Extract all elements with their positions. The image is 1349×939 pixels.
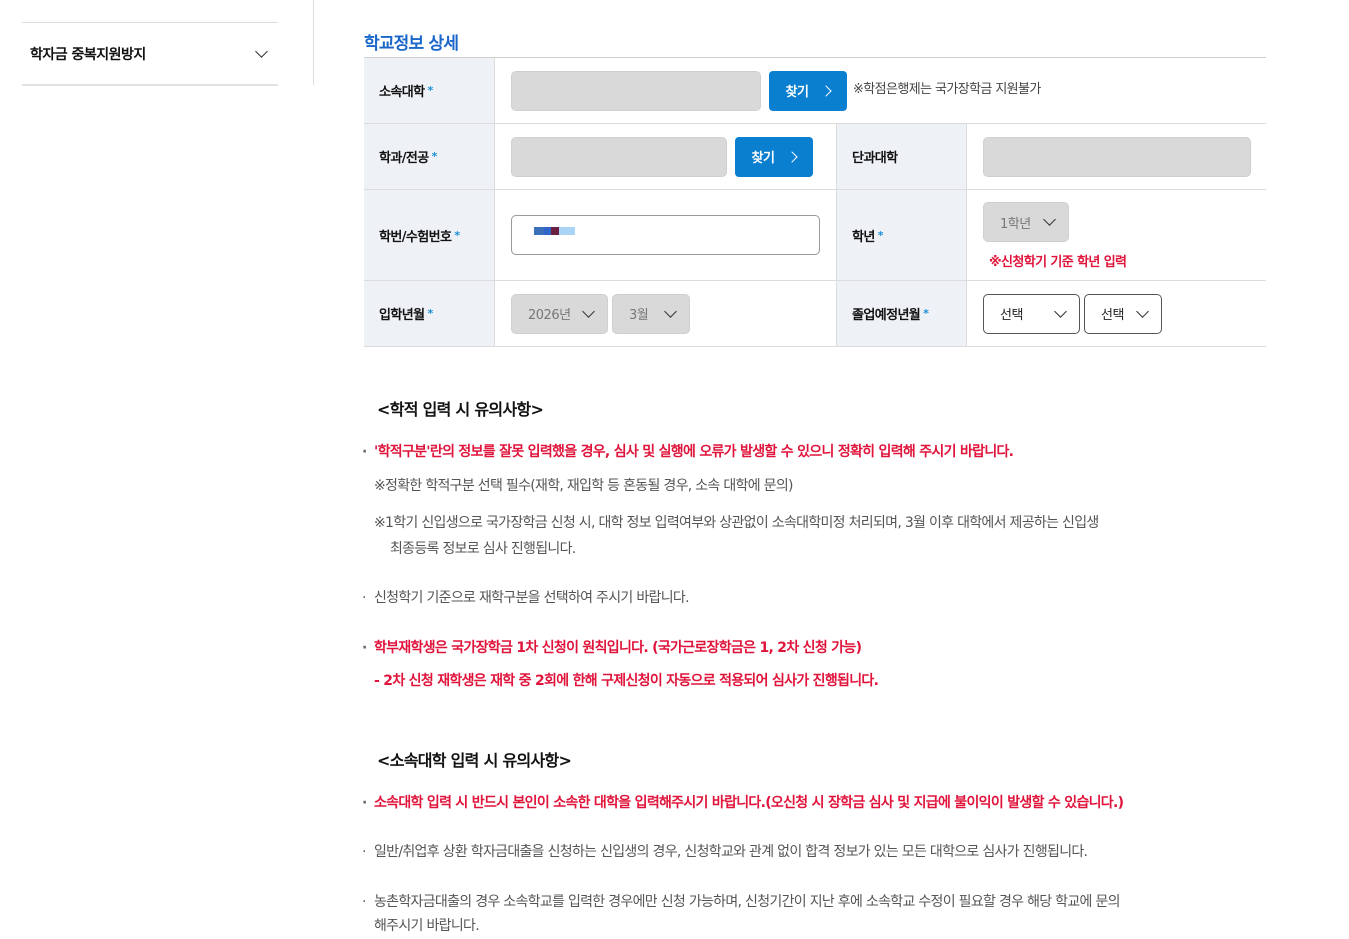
- grade-note: ※신청학기 기준 학년 입력: [989, 255, 1127, 270]
- department-input[interactable]: [511, 136, 727, 177]
- chevron-down-icon: [582, 304, 595, 318]
- academic-notice-line-4: 최종등록 정보로 심사 진행됩니다.: [390, 541, 576, 557]
- university-notice-line-4: 해주시기 바랍니다.: [374, 918, 480, 934]
- academic-notice-line-1: '학적구분'란의 정보를 잘못 입력했을 경우, 심사 및 실행에 오류가 발생…: [362, 439, 1014, 465]
- chevron-down-icon: [255, 44, 268, 58]
- find-department-button[interactable]: 찾기: [735, 136, 813, 177]
- college-input: [983, 136, 1251, 177]
- sidebar: 학자금 중복지원방지: [22, 0, 278, 86]
- chevron-down-icon: [1054, 304, 1067, 318]
- required-mark: *: [923, 307, 929, 320]
- admission-year-select[interactable]: 2026년: [511, 293, 608, 334]
- student-id-label: 학번/수험번호 *: [364, 190, 494, 280]
- grade-label: 학년 *: [836, 190, 966, 280]
- sidebar-divider: [313, 0, 314, 85]
- sidebar-item-label: 학자금 중복지원방지: [30, 46, 146, 63]
- university-notice-line-1: 소속대학 입력 시 반드시 본인이 소속한 대학을 입력해주시기 바랍니다.(오…: [362, 790, 1124, 816]
- chevron-down-icon: [1136, 304, 1149, 318]
- academic-notice-line-5: 신청학기 기준으로 재학구분을 선택하여 주시기 바랍니다.: [362, 585, 690, 611]
- form-row-department: 학과/전공 * 찾기 단과대학: [364, 124, 1266, 190]
- chevron-right-icon: [786, 150, 799, 163]
- academic-notice-line-3: ※1학기 신입생으로 국가장학금 신청 시, 대학 정보 입력여부와 상관없이 …: [374, 515, 1099, 531]
- form-row-admission: 입학년월 * 2026년 3월 졸업예정년월 * 선택 선택: [364, 281, 1266, 347]
- university-notice-title: <소속대학 입력 시 유의사항>: [377, 751, 572, 770]
- required-mark: *: [427, 84, 433, 97]
- academic-notice-line-2: ※정확한 학적구분 선택 필수(재학, 재입학 등 혼동될 경우, 소속 대학에…: [374, 478, 793, 494]
- department-label: 학과/전공 *: [364, 124, 494, 189]
- student-id-input[interactable]: [511, 215, 820, 255]
- credit-bank-note: ※학점은행제는 국가장학금 지원불가: [853, 82, 1041, 97]
- form-row-university: 소속대학 * 찾기 ※학점은행제는 국가장학금 지원불가: [364, 58, 1266, 124]
- academic-notice-line-7: - 2차 신청 재학생은 재학 중 2회에 한해 구제신청이 자동으로 적용되어…: [374, 673, 879, 689]
- graduation-label: 졸업예정년월 *: [836, 281, 966, 346]
- academic-notice-line-6: 학부재학생은 국가장학금 1차 신청이 원칙입니다. (국가근로장학금은 1, …: [362, 635, 862, 661]
- university-label: 소속대학 *: [364, 58, 494, 123]
- required-mark: *: [427, 307, 433, 320]
- required-mark: *: [431, 150, 438, 163]
- sidebar-item-duplicate-support-prevention[interactable]: 학자금 중복지원방지: [22, 23, 278, 86]
- chevron-down-icon: [1043, 213, 1056, 226]
- graduation-month-select[interactable]: 선택: [1084, 293, 1162, 334]
- school-info-form: 소속대학* 찾기 ※학점은행제는 국가장학금 지원불가 학과/전공* 찾기: [364, 57, 1266, 347]
- required-mark: *: [877, 228, 884, 242]
- grade-cell: 1학년 ※신청학기 기준 학년 입력: [966, 190, 1266, 280]
- graduation-year-select[interactable]: 선택: [983, 293, 1080, 334]
- academic-notice-title: <학적 입력 시 유의사항>: [377, 400, 544, 419]
- graduation-cell: 선택 선택: [966, 281, 1266, 346]
- university-notice-line-2: 일반/취업후 상환 학자금대출을 신청하는 신입생의 경우, 신청학교와 관계 …: [362, 839, 1088, 865]
- chevron-down-icon: [664, 304, 677, 318]
- college-cell: [966, 124, 1266, 189]
- form-row-student-id: 학번/수험번호 * 학년 * 1학년 ※신청학기 기준 학년 입력: [364, 190, 1266, 281]
- university-input[interactable]: [511, 70, 761, 111]
- department-cell: 찾기: [494, 124, 836, 189]
- university-notice-line-3: 농촌학자금대출의 경우 소속학교를 입력한 경우에만 신청 가능하며, 신청기간…: [362, 889, 1121, 915]
- admission-month-select[interactable]: 3월: [612, 293, 690, 334]
- student-id-cell: [494, 190, 836, 280]
- university-cell: 찾기 ※학점은행제는 국가장학금 지원불가: [494, 58, 1266, 123]
- grade-select[interactable]: 1학년: [983, 202, 1069, 242]
- chevron-right-icon: [820, 84, 833, 97]
- admission-label: 입학년월 *: [364, 281, 494, 346]
- admission-cell: 2026년 3월: [494, 281, 836, 346]
- masked-value: [534, 227, 575, 235]
- sidebar-item-previous[interactable]: [22, 0, 278, 23]
- required-mark: *: [454, 228, 460, 242]
- college-label: 단과대학: [836, 124, 966, 189]
- find-university-button[interactable]: 찾기: [769, 70, 847, 111]
- section-title: 학교정보 상세: [364, 34, 459, 54]
